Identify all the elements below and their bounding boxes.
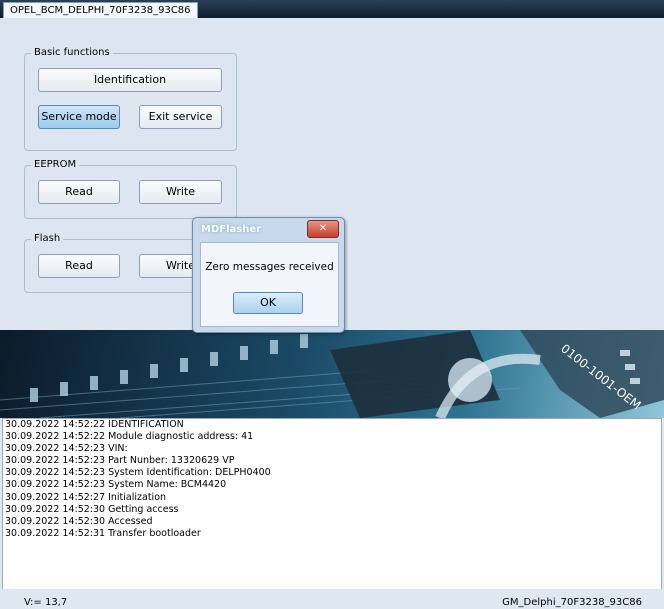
message-dialog: MDFlasher ✕ Zero messages received OK bbox=[192, 217, 345, 333]
basic-functions-legend: Basic functions bbox=[31, 47, 113, 59]
log-line: 30.09.2022 14:52:31 Transfer bootloader bbox=[5, 527, 201, 539]
close-icon[interactable]: ✕ bbox=[307, 220, 339, 238]
service-mode-button[interactable]: Service mode bbox=[38, 105, 120, 129]
status-bar: V:= 13,7 GM_Delphi_70F3238_93C86 bbox=[0, 589, 664, 609]
identification-button[interactable]: Identification bbox=[38, 68, 222, 92]
exit-service-button[interactable]: Exit service bbox=[139, 105, 222, 129]
eeprom-read-button[interactable]: Read bbox=[38, 180, 120, 204]
dialog-body: Zero messages received OK bbox=[200, 242, 339, 327]
log-line: 30.09.2022 14:52:22 Module diagnostic ad… bbox=[5, 431, 254, 443]
tab-strip: OPEL_BCM_DELPHI_70F3238_93C86 bbox=[0, 0, 664, 19]
log-line: 30.09.2022 14:52:23 VIN: bbox=[5, 443, 128, 455]
eeprom-write-button[interactable]: Write bbox=[139, 180, 222, 204]
flash-legend: Flash bbox=[31, 233, 64, 245]
flash-read-button[interactable]: Read bbox=[38, 254, 120, 278]
log-line: 30.09.2022 14:52:27 Initialization bbox=[5, 491, 167, 503]
dialog-message: Zero messages received bbox=[205, 261, 334, 273]
tab-module[interactable]: OPEL_BCM_DELPHI_70F3238_93C86 bbox=[3, 2, 198, 19]
log-line: 30.09.2022 14:52:22 IDENTIFICATION bbox=[5, 419, 184, 430]
module-name: GM_Delphi_70F3238_93C86 bbox=[502, 597, 642, 608]
dialog-title: MDFlasher bbox=[201, 224, 262, 235]
log-line: 30.09.2022 14:52:23 System Name: BCM4420 bbox=[5, 479, 227, 491]
log-line: 30.09.2022 14:52:30 Accessed bbox=[5, 515, 153, 527]
log-line: 30.09.2022 14:52:23 System Identificatio… bbox=[5, 467, 271, 479]
ok-button[interactable]: OK bbox=[233, 292, 303, 314]
log-line: 30.09.2022 14:52:30 Getting access bbox=[5, 503, 179, 515]
log-line: 30.09.2022 14:52:23 Part Nunber: 1332062… bbox=[5, 455, 235, 467]
basic-functions-group: Basic functions Identification Service m… bbox=[24, 47, 237, 151]
eeprom-legend: EEPROM bbox=[31, 159, 80, 171]
eeprom-group: EEPROM Read Write bbox=[24, 159, 237, 219]
circuit-banner-image: 0100-1001-OEM bbox=[0, 330, 664, 418]
log-console[interactable]: 30.09.2022 14:52:22 IDENTIFICATION 30.09… bbox=[2, 418, 662, 590]
voltage-readout: V:= 13,7 bbox=[24, 597, 68, 608]
circuit-banner-graphic: 0100-1001-OEM bbox=[0, 330, 664, 418]
